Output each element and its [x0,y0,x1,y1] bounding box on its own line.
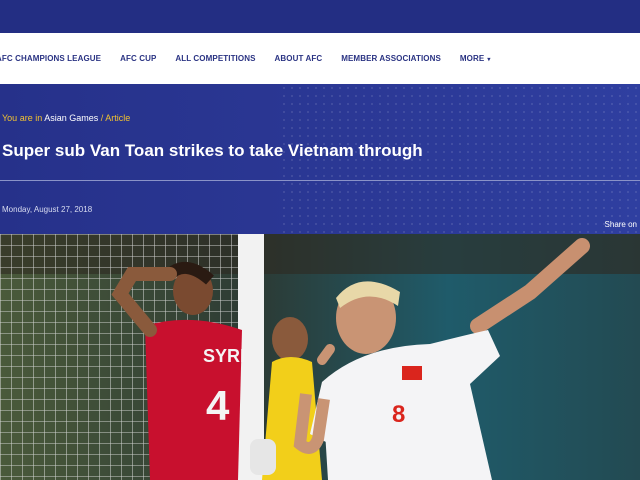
vietnam-shirt-number: 8 [392,401,405,428]
nav-item-afc-champions-league[interactable]: AFC CHAMPIONS LEAGUE [0,54,101,63]
vietnam-flag-icon [402,366,422,380]
share-label[interactable]: Share on [605,220,637,229]
photo-illustration: SYRI 4 8 [0,234,640,480]
article-hero-photo: SYRI 4 8 [0,234,640,480]
article-header: You are in Asian Games / Article Super s… [0,84,640,234]
breadcrumb-prefix: You are in [2,113,43,123]
article-title: Super sub Van Toan strikes to take Vietn… [2,141,423,160]
nav-item-all-competitions[interactable]: ALL COMPETITIONS [175,54,255,63]
breadcrumb: You are in Asian Games / Article [2,113,130,123]
syria-shirt-text: SYRI [203,346,245,366]
nav-item-afc-cup[interactable]: AFC CUP [120,54,156,63]
breadcrumb-current: / Article [100,113,131,123]
nav-item-more[interactable]: MORE ▾ [460,54,491,63]
breadcrumb-section-link[interactable]: Asian Games [44,113,98,123]
article-date: Monday, August 27, 2018 [2,205,93,214]
header-divider [0,180,640,181]
main-nav: AFC CHAMPIONS LEAGUE AFC CUP ALL COMPETI… [0,33,640,84]
top-bar [0,0,640,33]
syria-shirt-number: 4 [206,382,230,429]
nav-item-member-associations[interactable]: MEMBER ASSOCIATIONS [341,54,441,63]
nav-item-more-label: MORE [459,54,485,63]
chevron-down-icon: ▾ [487,57,491,63]
nav-item-about-afc[interactable]: ABOUT AFC [275,54,323,63]
